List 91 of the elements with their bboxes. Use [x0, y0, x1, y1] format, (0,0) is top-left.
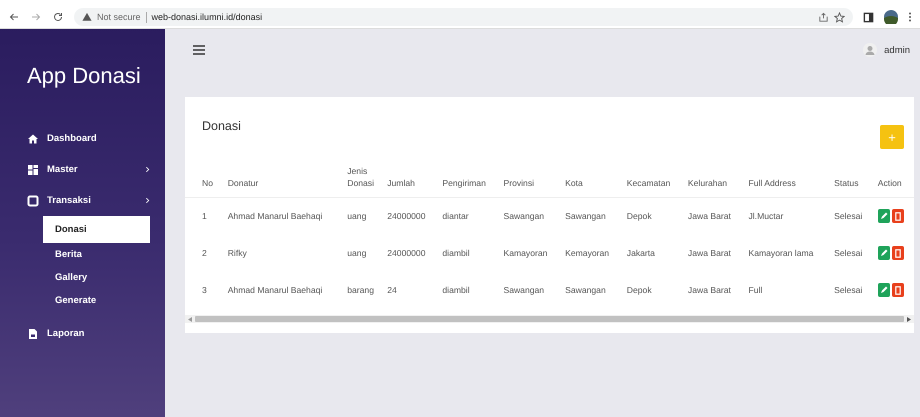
- share-icon[interactable]: [818, 12, 829, 22]
- edit-button[interactable]: [878, 283, 890, 298]
- table-cell: diantar: [437, 198, 498, 236]
- table-cell-text: 24: [386, 284, 398, 298]
- username[interactable]: admin: [884, 44, 910, 56]
- trash-icon: [894, 286, 901, 295]
- card-title: Donasi: [202, 119, 241, 133]
- table-cell: Jl.Muctar: [743, 198, 830, 236]
- table-cell-text: Jawa Barat: [686, 247, 732, 260]
- column-header: Full Address: [743, 161, 830, 198]
- edit-button[interactable]: [878, 209, 890, 224]
- table-cell: uang: [342, 198, 382, 236]
- table-cell-text: Full: [747, 284, 764, 298]
- column-header: Kecamatan: [622, 161, 683, 198]
- table-cell: Selesai: [829, 198, 873, 236]
- column-header: Action: [872, 161, 914, 198]
- table-cell-text: diambil: [441, 247, 471, 260]
- pencil-icon: [880, 249, 888, 258]
- frame-icon: [27, 194, 39, 206]
- home-icon: [27, 132, 39, 144]
- app-title: App Donasi: [27, 63, 142, 89]
- table-cell: Sawangan: [498, 198, 560, 236]
- column-header: Jumlah: [382, 161, 438, 198]
- url-text: web-donasi.ilumni.id/donasi: [152, 12, 262, 22]
- table-cell: Depok: [622, 198, 683, 236]
- submenu-item[interactable]: Generate: [43, 289, 150, 312]
- chevron-icon: [144, 165, 151, 174]
- scrollbar-thumb[interactable]: [195, 316, 904, 322]
- sidebar-item[interactable]: Dashboard: [15, 123, 165, 154]
- star-icon[interactable]: [834, 12, 845, 22]
- table-cell-text: Rifky: [226, 247, 248, 260]
- trash-icon: [894, 248, 901, 258]
- delete-button[interactable]: [892, 246, 904, 260]
- sidebar-item[interactable]: Transaksi: [15, 185, 165, 216]
- table-cell-text: barang: [346, 284, 375, 298]
- security-label: Not secure: [97, 12, 141, 22]
- submenu-item[interactable]: Gallery: [43, 266, 150, 289]
- table-cell-text: Sawangan: [564, 284, 607, 298]
- table-cell-text: Sawangan: [502, 284, 546, 298]
- table-cell-text: uang: [346, 247, 368, 260]
- horizontal-scrollbar[interactable]: [185, 315, 914, 324]
- column-header: Provinsi: [498, 161, 560, 198]
- table-cell: Ahmad Manarul Baehaqi: [222, 198, 342, 236]
- table-cell-text: 3: [201, 284, 208, 298]
- table-cell-text: Kamayoran lama: [747, 247, 814, 260]
- chevron-icon: [144, 196, 151, 205]
- reload-icon: [52, 11, 64, 23]
- table-cell-text: Selesai: [833, 284, 864, 298]
- delete-button[interactable]: [892, 283, 904, 298]
- table-cell: 24000000: [382, 198, 438, 236]
- scroll-left-icon[interactable]: [188, 316, 192, 322]
- column-header: Kota: [560, 161, 622, 198]
- table-cell-text: Ahmad Manarul Baehaqi: [226, 284, 324, 298]
- table-cell-text: Depok: [626, 284, 653, 298]
- table-cell-text: Kamayoran: [502, 247, 548, 260]
- column-header: Donatur: [222, 161, 342, 198]
- submenu-item[interactable]: Berita: [43, 243, 150, 266]
- side-panel-icon[interactable]: [863, 12, 874, 22]
- pencil-icon: [880, 286, 888, 294]
- address-bar[interactable]: Not secure web-donasi.ilumni.id/donasi: [74, 8, 853, 26]
- table-cell-text: diambil: [441, 284, 471, 298]
- table-cell: Sawangan: [560, 198, 622, 236]
- sidebar-item[interactable]: Master: [15, 154, 165, 185]
- table-cell: 1: [185, 198, 223, 236]
- table-cell-text: 2: [201, 247, 208, 260]
- table-cell-text: Kemayoran: [564, 247, 610, 260]
- table-cell-text: Jawa Barat: [686, 284, 732, 298]
- document-icon: [27, 328, 39, 340]
- column-header: Kelurahan: [682, 161, 744, 198]
- menu-dots-icon[interactable]: [908, 11, 912, 23]
- column-header: Status: [829, 161, 873, 198]
- sidebar-item[interactable]: Laporan: [15, 318, 165, 349]
- pencil-icon: [880, 212, 888, 220]
- trash-icon: [894, 212, 901, 221]
- scroll-right-icon[interactable]: [907, 316, 911, 322]
- edit-button[interactable]: [878, 246, 890, 260]
- forward-icon: [30, 11, 42, 23]
- table-cell-text: 24000000: [386, 247, 426, 260]
- grid-icon: [27, 164, 39, 176]
- menu-icon[interactable]: [193, 45, 205, 55]
- warning-icon: [82, 12, 92, 22]
- column-header: Jenis Donasi: [342, 161, 382, 198]
- profile-avatar[interactable]: [884, 10, 898, 24]
- table-cell-text: Selesai: [833, 247, 864, 260]
- submenu-item[interactable]: Donasi: [43, 216, 150, 243]
- table-cell: Jawa Barat: [682, 198, 744, 236]
- column-header: No: [185, 161, 223, 198]
- delete-button[interactable]: [892, 209, 904, 224]
- table-cell-text: Jakarta: [626, 247, 656, 260]
- back-icon: [8, 11, 20, 23]
- column-header: Pengiriman: [437, 161, 498, 198]
